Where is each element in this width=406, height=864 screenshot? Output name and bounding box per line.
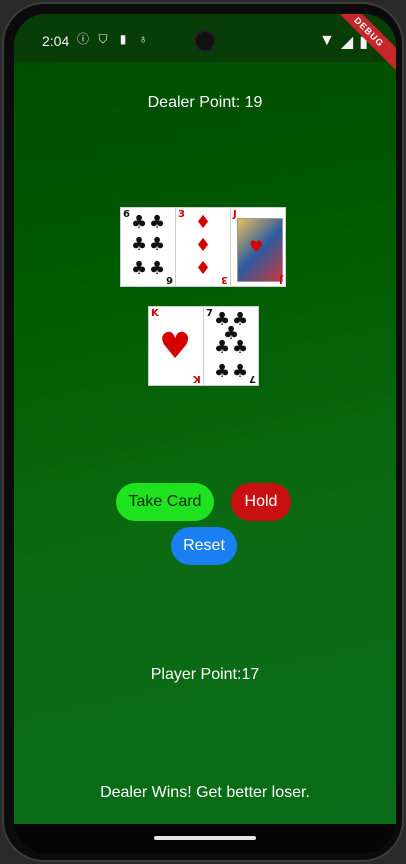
shield-icon: ⛉ [98,32,108,46]
dealer-card-3: J ♥ J [230,207,286,287]
mic-icon: ♁ [138,32,148,46]
card-rank: K [193,373,201,384]
card-suit: ♦ [195,235,212,256]
card-suit: ♥ [249,237,264,256]
card-rank: 6 [166,274,173,285]
phone-frame: 2:04 ⓘ ⛉ ▮ ♁ ▼ ◢ ▮ DEBUG Dealer Point: 1… [2,2,404,862]
card-suit: ♣ [131,234,148,255]
card-suit: ♣ [131,212,148,233]
status-time: 2:04 [42,33,70,49]
dealer-card-1: 6 ♣ ♣ ♣ ♣ ♣ ♣ 6 [120,207,176,287]
player-point-label: Player Point:17 [150,666,260,683]
status-bar: 2:04 ⓘ ⛉ ▮ ♁ ▼ ◢ ▮ DEBUG [14,14,396,77]
game-result-message: Dealer Wins! Get better loser. [100,784,310,801]
card-suit: ♦ [195,258,212,279]
info-icon: ⓘ [76,32,89,46]
app-screen: 2:04 ⓘ ⛉ ▮ ♁ ▼ ◢ ▮ DEBUG Dealer Point: 1… [14,14,396,854]
card-rank: 6 [123,209,130,220]
card-suit: ♣ [149,234,166,255]
dealer-card-2: 3 ♦ ♦ ♦ 3 [175,207,231,287]
card-suit: ♣ [214,337,231,358]
front-camera [194,30,216,52]
player-card-1: K ♥ K [148,306,204,386]
card-rank: 3 [221,274,228,285]
card-rank: 3 [178,209,185,220]
signal-icon: ◢ [340,34,354,51]
player-card-2: 7 ♣ ♣ ♣ ♣ ♣ ♣ ♣ 7 [203,306,259,386]
navigation-bar [14,824,396,854]
reset-button[interactable]: Reset [171,527,237,565]
take-card-button[interactable]: Take Card [116,483,214,521]
card-suit: ♥ [159,326,192,367]
card-rank: J [279,274,283,285]
dealer-point-label: Dealer Point: 19 [147,94,263,111]
card-rank: 7 [249,373,256,384]
card-suit: ♣ [232,361,249,382]
card-suit: ♣ [149,258,166,279]
sim-icon: ▮ [119,32,127,46]
card-suit: ♣ [131,258,148,279]
home-gesture-handle[interactable] [154,836,256,840]
card-rank: K [151,308,159,319]
status-left-icons: ⓘ ⛉ ▮ ♁ [76,32,150,46]
card-suit: ♦ [195,212,212,233]
card-suit: ♣ [149,212,166,233]
card-rank: 7 [206,308,213,319]
hold-button[interactable]: Hold [231,483,291,521]
wifi-icon: ▼ [319,32,335,49]
card-suit: ♣ [232,337,249,358]
card-suit: ♣ [214,361,231,382]
